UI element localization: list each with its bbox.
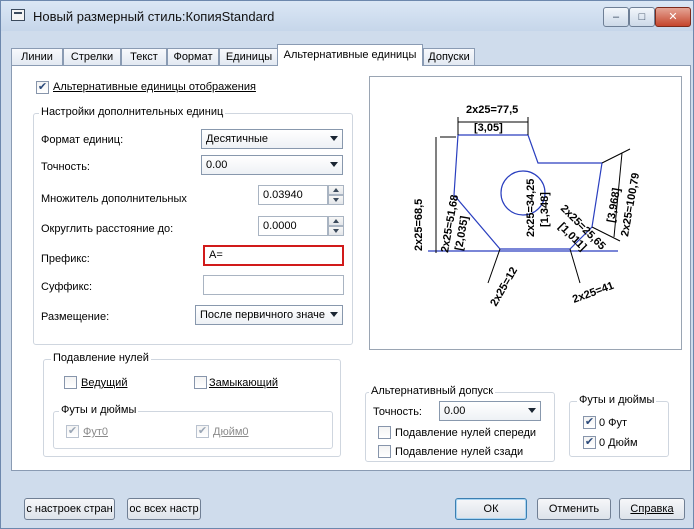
chevron-down-icon xyxy=(330,162,338,167)
precision-label: Точность: xyxy=(41,161,90,173)
tolerance-inches-label: 0 Дюйм xyxy=(599,437,638,449)
chevron-down-icon xyxy=(528,408,536,413)
close-button[interactable]: ✕ xyxy=(655,7,691,27)
placement-value: После первичного значе xyxy=(200,309,326,321)
unit-format-value: Десятичные xyxy=(206,133,269,145)
feet-text: Фут0 xyxy=(83,426,109,438)
trailing-checkbox[interactable] xyxy=(194,376,207,389)
tab-text[interactable]: Текст xyxy=(121,48,167,66)
multiplier-spinner[interactable] xyxy=(328,185,344,205)
tab-alternate-units[interactable]: Альтернативные единицы xyxy=(277,44,423,66)
preview-panel: 2x25=77,5 [3,05] 2x25=100,79 [3,968] 2x2… xyxy=(369,76,682,350)
display-alt-units-checkbox[interactable]: ✔ xyxy=(36,81,49,94)
unit-format-select[interactable]: Десятичные xyxy=(201,129,343,149)
tab-tolerances[interactable]: Допуски xyxy=(423,48,475,66)
ok-button[interactable]: ОК xyxy=(455,498,527,520)
app-icon xyxy=(11,9,25,21)
display-alt-units-label: Альтернативные единицы отображения xyxy=(53,81,256,93)
leading-checkbox[interactable] xyxy=(64,376,77,389)
tolerance-precision-value: 0.00 xyxy=(444,405,466,417)
spin-up-icon[interactable] xyxy=(328,185,344,195)
precision-value: 0.00 xyxy=(206,159,228,171)
placement-select[interactable]: После первичного значе xyxy=(195,305,343,325)
tab-format[interactable]: Формат xyxy=(167,48,219,66)
suppress-trailing-checkbox[interactable] xyxy=(378,445,391,458)
dimension-preview-drawing: 2x25=77,5 [3,05] 2x25=100,79 [3,968] 2x2… xyxy=(413,104,642,309)
tolerance-feet-checkbox[interactable]: ✔ xyxy=(583,416,596,429)
round-distance-label: Округлить расстояние до: xyxy=(41,223,174,235)
help-button-label: Справка xyxy=(630,503,674,515)
tab-arrows[interactable]: Стрелки xyxy=(63,48,121,66)
dim-arc-text: 2x25=12 xyxy=(488,265,520,308)
multiplier-input[interactable]: 0.03940 xyxy=(258,185,328,205)
multiplier-label: Множитель дополнительных xyxy=(41,193,187,205)
dialog-window: Новый размерный стиль:КопияStandard – □ … xyxy=(0,0,694,529)
help-button[interactable]: Справка xyxy=(619,498,685,520)
placement-label: Размещение: xyxy=(41,311,110,323)
feet-checkbox[interactable]: ✔ xyxy=(66,425,79,438)
suffix-input[interactable] xyxy=(203,275,344,295)
feet-label: Фут0 xyxy=(83,426,108,438)
title-bar[interactable]: Новый размерный стиль:КопияStandard – □ … xyxy=(1,1,693,31)
maximize-button[interactable]: □ xyxy=(629,7,655,27)
window-title: Новый размерный стиль:КопияStandard xyxy=(33,9,275,24)
from-page-settings-button[interactable]: с настроек стран xyxy=(24,498,115,520)
tolerance-feet-inches-legend: Футы и дюймы xyxy=(577,394,657,406)
round-distance-spinner[interactable] xyxy=(328,216,344,236)
inches-checkbox[interactable]: ✔ xyxy=(196,425,209,438)
leading-text: Ведущий xyxy=(81,377,128,389)
prefix-input[interactable]: A= xyxy=(203,245,344,266)
cancel-button[interactable]: Отменить xyxy=(537,498,611,520)
dim-top-text: 2x25=77,5 xyxy=(466,104,518,116)
suppress-trailing-label: Подавление нулей сзади xyxy=(395,446,524,458)
dim-right-text: 2x25=100,79 xyxy=(619,172,642,238)
dim-center-alt-text: [1,348] xyxy=(539,192,551,227)
suffix-label: Суффикс: xyxy=(41,281,93,293)
dim-top-alt-text: [3,05] xyxy=(474,122,503,134)
dim-angle-text: 2x25=41 xyxy=(571,280,616,306)
tolerance-feet-label: 0 Фут xyxy=(599,417,628,429)
trailing-text: Замыкающий xyxy=(209,377,278,389)
suppress-leading-label: Подавление нулей спереди xyxy=(395,427,537,439)
minimize-button[interactable]: – xyxy=(603,7,629,27)
precision-select[interactable]: 0.00 xyxy=(201,155,343,175)
dim-right-alt-text: [3,968] xyxy=(605,187,623,224)
unit-format-label: Формат единиц: xyxy=(41,134,124,146)
dim-left-text: 2x25=68,5 xyxy=(413,199,425,251)
prefix-label: Префикс: xyxy=(41,253,90,265)
tolerance-precision-label: Точность: xyxy=(373,406,422,418)
from-all-settings-button[interactable]: ос всех настр xyxy=(127,498,201,520)
zero-suppression-legend: Подавление нулей xyxy=(51,352,151,364)
spin-down-icon[interactable] xyxy=(328,226,344,236)
round-distance-input[interactable]: 0.0000 xyxy=(258,216,328,236)
tolerance-inches-checkbox[interactable]: ✔ xyxy=(583,436,596,449)
dim-center-text: 2x25=34,25 xyxy=(525,179,537,237)
spin-up-icon[interactable] xyxy=(328,216,344,226)
feet-inches-legend: Футы и дюймы xyxy=(59,404,139,416)
tab-units[interactable]: Единицы xyxy=(219,48,279,66)
spin-down-icon[interactable] xyxy=(328,195,344,205)
tab-lines[interactable]: Линии xyxy=(11,48,63,66)
display-alt-units-text: Альтернативные единицы отображения xyxy=(53,81,256,93)
chevron-down-icon xyxy=(330,312,338,317)
leading-label: Ведущий xyxy=(81,377,127,389)
suppress-leading-checkbox[interactable] xyxy=(378,426,391,439)
trailing-label: Замыкающий xyxy=(209,377,278,389)
alt-units-legend: Настройки дополнительных единиц xyxy=(39,106,226,118)
chevron-down-icon xyxy=(330,136,338,141)
tolerance-precision-select[interactable]: 0.00 xyxy=(439,401,541,421)
alt-tolerance-legend: Альтернативный допуск xyxy=(369,385,496,397)
inches-text: Дюйм0 xyxy=(213,426,249,438)
inches-label: Дюйм0 xyxy=(213,426,249,438)
